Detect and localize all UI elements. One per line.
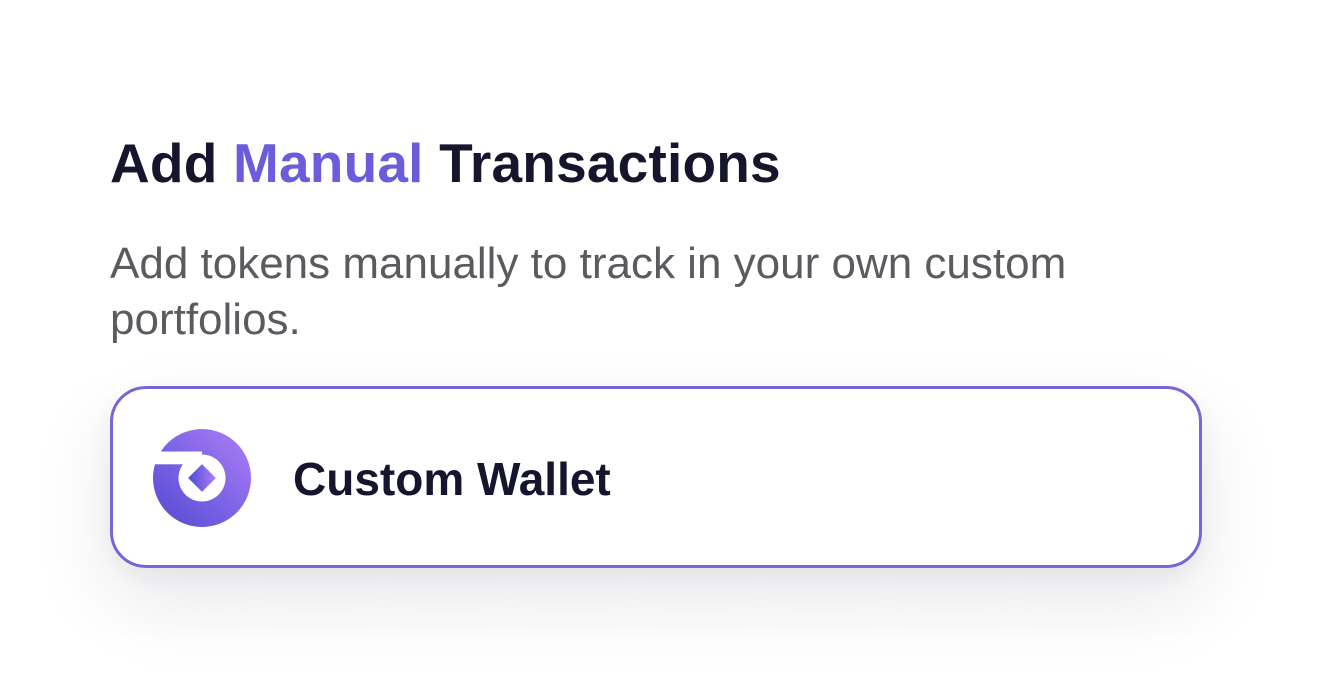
custom-wallet-button[interactable]: Custom Wallet [110, 386, 1202, 568]
title-accent: Manual [233, 132, 424, 194]
custom-wallet-logo-icon [153, 429, 251, 527]
section-title: Add Manual Transactions [110, 130, 1210, 196]
title-suffix: Transactions [423, 132, 781, 194]
custom-wallet-label: Custom Wallet [293, 453, 611, 505]
manual-transactions-section: Add Manual Transactions Add tokens manua… [110, 130, 1210, 348]
page: Add Manual Transactions Add tokens manua… [0, 0, 1320, 690]
section-description: Add tokens manually to track in your own… [110, 239, 1067, 344]
title-prefix: Add [110, 132, 233, 194]
